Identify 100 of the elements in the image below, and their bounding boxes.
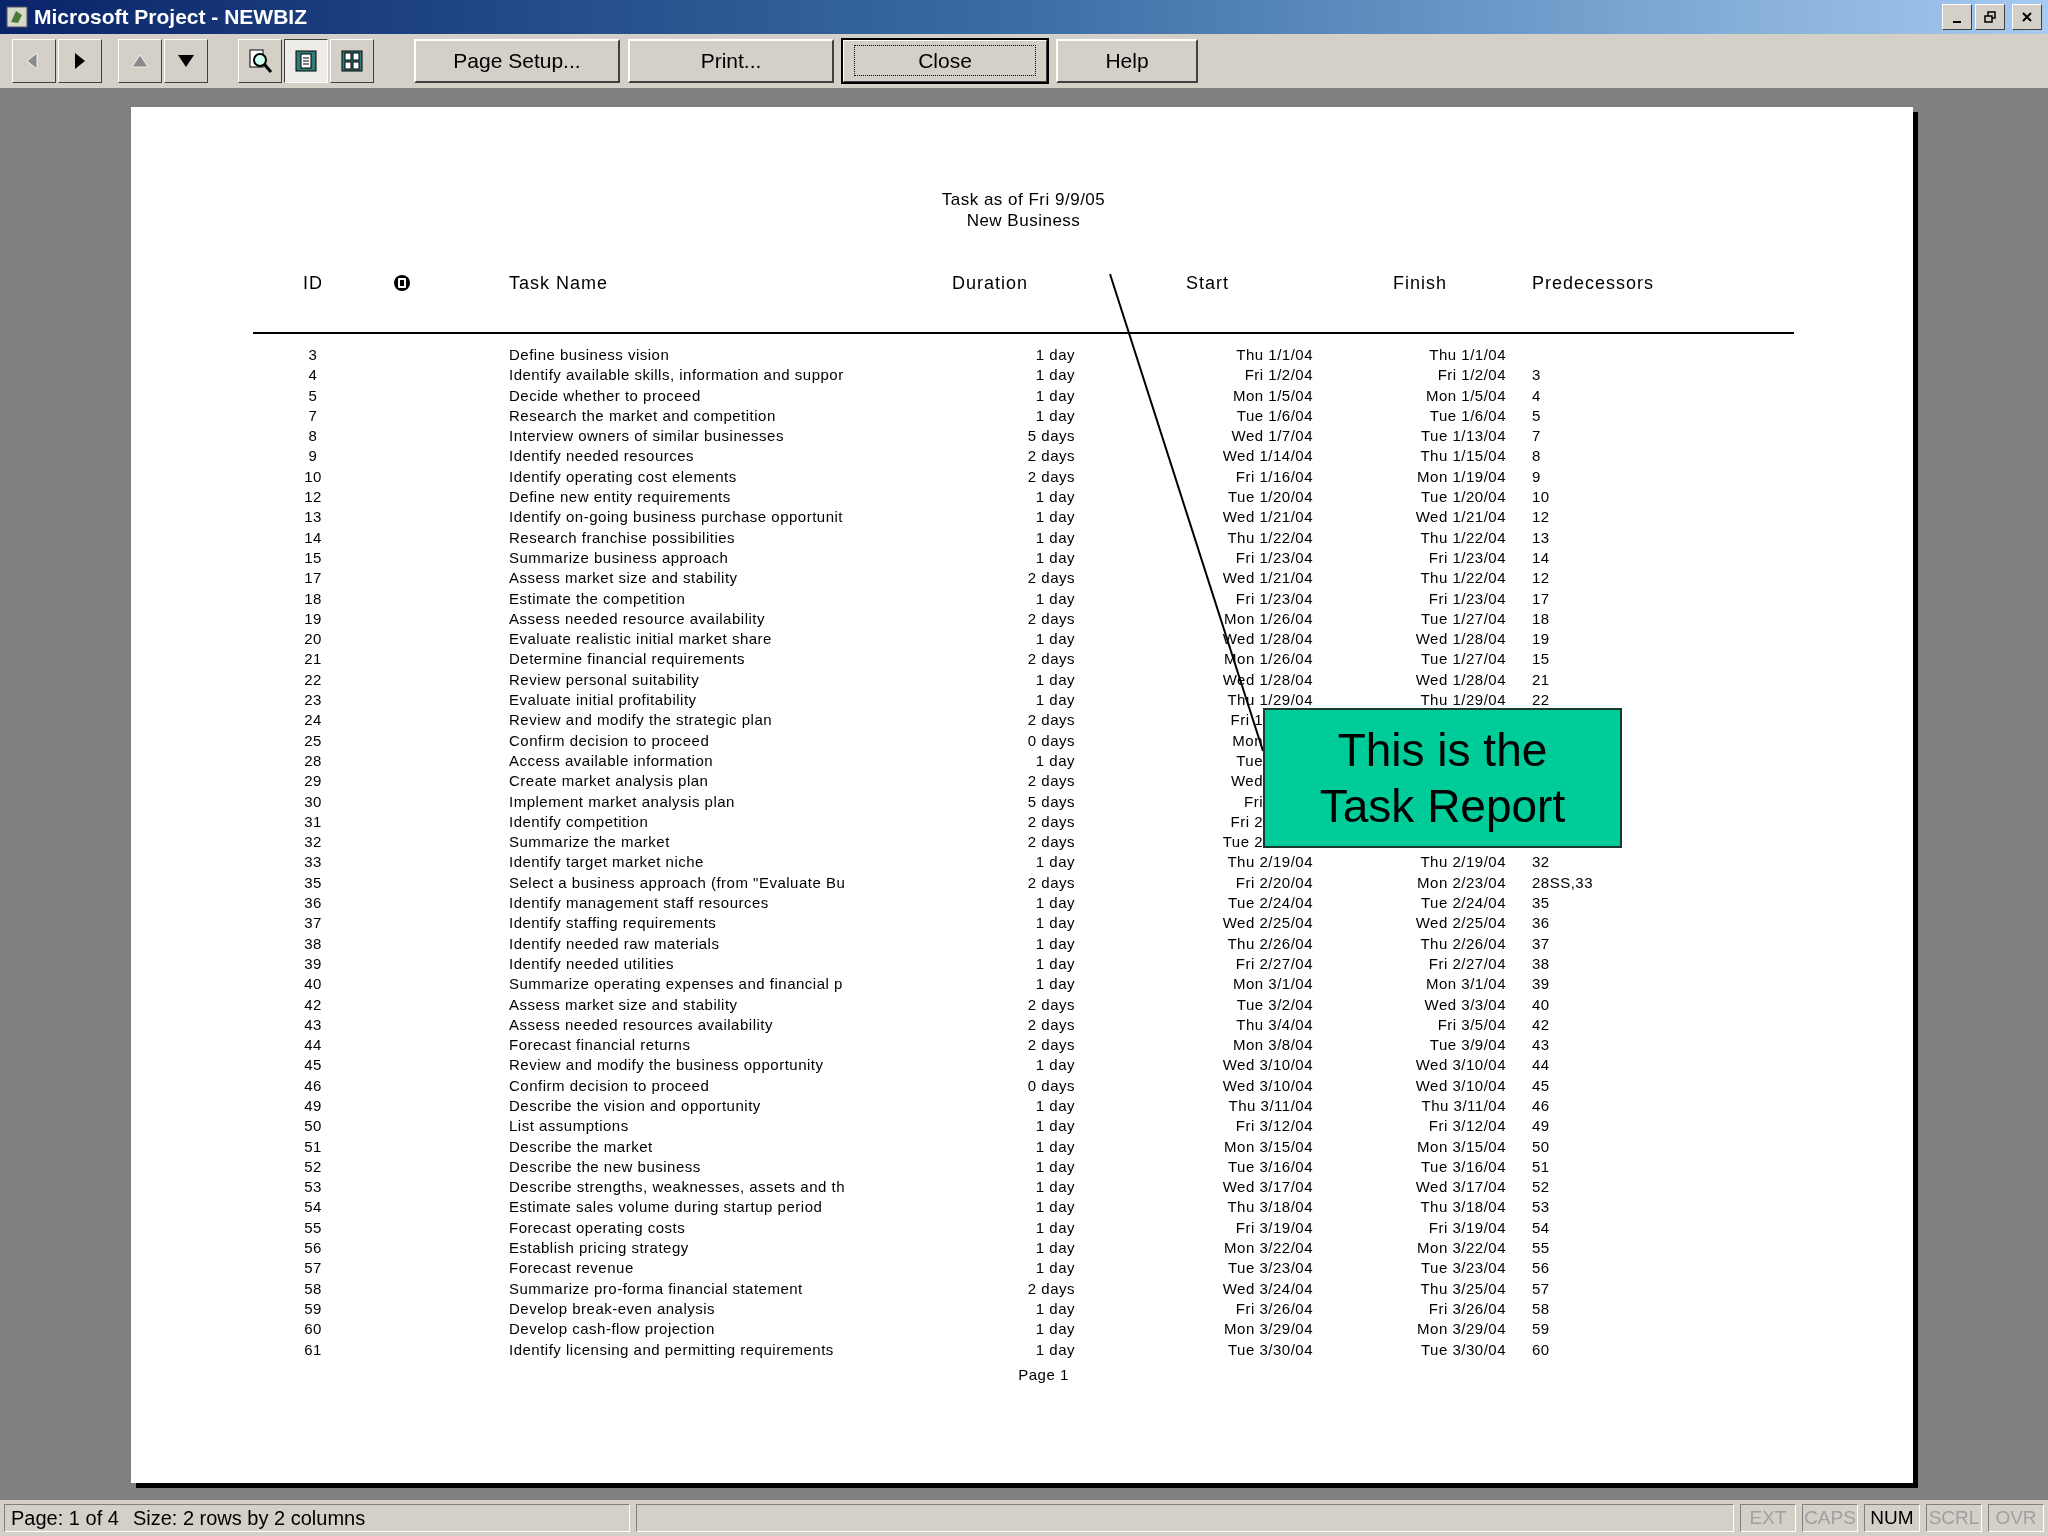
report-subtitle: New Business bbox=[965, 210, 1082, 231]
predecessors-cell: 49 bbox=[1532, 1117, 1550, 1135]
start-cell: Fri 2 bbox=[1230, 812, 1263, 830]
start-cell: Thu 2/19/04 bbox=[1227, 853, 1313, 871]
duration-cell: 1 day bbox=[1035, 954, 1075, 972]
start-cell: Mon 1/5/04 bbox=[1232, 386, 1313, 404]
predecessors-cell: 8 bbox=[1532, 447, 1541, 465]
duration-cell: 1 day bbox=[1035, 1198, 1075, 1216]
predecessors-cell: 37 bbox=[1532, 934, 1550, 952]
finish-cell: Thu 2/19/04 bbox=[1420, 853, 1506, 871]
column-header: Task Name bbox=[509, 272, 610, 294]
task-name-cell: Describe the vision and opportunity bbox=[509, 1097, 761, 1114]
info-icon bbox=[393, 274, 411, 292]
predecessors-cell: 50 bbox=[1532, 1137, 1550, 1155]
predecessors-cell: 56 bbox=[1532, 1259, 1550, 1277]
down-button[interactable] bbox=[164, 39, 208, 83]
id-cell: 60 bbox=[304, 1320, 322, 1338]
task-name-cell: Forecast financial returns bbox=[509, 1036, 691, 1054]
finish-cell: Fri 3/26/04 bbox=[1428, 1299, 1506, 1317]
start-cell: Wed 1/7/04 bbox=[1231, 427, 1313, 445]
id-cell: 12 bbox=[304, 488, 322, 506]
id-cell: 40 bbox=[304, 975, 322, 993]
finish-cell: Thu 1/29/04 bbox=[1420, 691, 1506, 709]
id-cell: 50 bbox=[304, 1117, 322, 1135]
minimize-button[interactable] bbox=[1942, 4, 1972, 30]
predecessors-cell: 13 bbox=[1532, 528, 1550, 546]
duration-cell: 1 day bbox=[1035, 1340, 1075, 1358]
task-name-cell: Confirm decision to proceed bbox=[509, 1076, 710, 1094]
restore-button[interactable] bbox=[1975, 4, 2005, 30]
duration-cell: 1 day bbox=[1035, 975, 1075, 993]
finish-cell: Mon 3/15/04 bbox=[1417, 1137, 1506, 1155]
predecessors-cell: 12 bbox=[1532, 569, 1550, 587]
start-cell: Mon 3/8/04 bbox=[1232, 1036, 1313, 1054]
task-name-cell: Describe the market bbox=[509, 1137, 653, 1155]
task-name-cell: Identify target market niche bbox=[509, 853, 704, 871]
task-name-cell: Review and modify the strategic plan bbox=[509, 711, 773, 729]
finish-cell: Mon 3/22/04 bbox=[1417, 1239, 1506, 1257]
id-cell: 61 bbox=[304, 1340, 322, 1358]
magnifier-icon bbox=[247, 48, 273, 74]
duration-cell: 1 day bbox=[1035, 1299, 1075, 1317]
start-cell: Fri 1/16/04 bbox=[1235, 467, 1313, 485]
duration-cell: 2 days bbox=[1027, 1036, 1075, 1054]
duration-cell: 0 days bbox=[1027, 1076, 1075, 1094]
finish-cell: Fri 3/5/04 bbox=[1437, 1015, 1506, 1033]
predecessors-cell: 57 bbox=[1532, 1279, 1550, 1297]
task-name-cell: Decide whether to proceed bbox=[509, 386, 701, 404]
start-cell: Fri 1/2/04 bbox=[1244, 366, 1313, 384]
app-icon bbox=[6, 6, 28, 28]
predecessors-cell: 7 bbox=[1532, 427, 1541, 445]
start-cell: Mon 3/22/04 bbox=[1224, 1239, 1313, 1257]
duration-cell: 1 day bbox=[1035, 1239, 1075, 1257]
toolbar-button[interactable]: Close bbox=[842, 39, 1048, 83]
id-cell: 21 bbox=[304, 650, 322, 668]
callout-text: Task Report bbox=[1319, 779, 1566, 834]
task-name-cell: Describe the new business bbox=[509, 1157, 701, 1175]
predecessors-cell: 52 bbox=[1532, 1178, 1550, 1196]
toolbar-button[interactable]: Print... bbox=[628, 39, 834, 83]
id-cell: 31 bbox=[304, 812, 322, 830]
task-name-cell: Summarize the market bbox=[509, 833, 670, 851]
id-cell: 25 bbox=[304, 731, 322, 749]
start-cell: Thu 2/26/04 bbox=[1227, 934, 1313, 952]
finish-cell: Fri 1/23/04 bbox=[1428, 589, 1506, 607]
zoom-button[interactable] bbox=[238, 39, 282, 83]
predecessors-cell: 46 bbox=[1532, 1097, 1550, 1114]
start-cell: Mon 1/26/04 bbox=[1224, 609, 1313, 627]
task-name-cell: Estimate the competition bbox=[509, 589, 686, 607]
id-cell: 8 bbox=[308, 427, 318, 445]
finish-cell: Thu 1/15/04 bbox=[1420, 447, 1506, 465]
task-name-cell: Establish pricing strategy bbox=[509, 1239, 689, 1257]
task-name-cell: Develop break-even analysis bbox=[509, 1299, 716, 1317]
one-page-button[interactable] bbox=[284, 39, 328, 83]
key-indicator: NUM bbox=[1864, 1504, 1920, 1532]
column-header: Duration bbox=[951, 272, 1030, 294]
finish-cell: Tue 1/13/04 bbox=[1421, 427, 1506, 445]
duration-cell: 1 day bbox=[1035, 1320, 1075, 1338]
toolbar-button[interactable]: Help bbox=[1056, 39, 1198, 83]
task-name-cell: Create market analysis plan bbox=[509, 772, 709, 790]
toolbar-button[interactable]: Page Setup... bbox=[414, 39, 620, 83]
close-button[interactable] bbox=[2012, 4, 2042, 30]
id-cell: 30 bbox=[304, 792, 322, 810]
task-name-cell: Confirm decision to proceed bbox=[509, 731, 710, 749]
duration-cell: 2 days bbox=[1027, 650, 1075, 668]
finish-cell: Wed 1/21/04 bbox=[1415, 508, 1506, 526]
duration-cell: 1 day bbox=[1035, 894, 1075, 911]
duration-cell: 1 day bbox=[1035, 751, 1075, 769]
start-cell: Thu 1/1/04 bbox=[1236, 346, 1313, 363]
id-cell: 32 bbox=[304, 833, 322, 851]
duration-cell: 1 day bbox=[1035, 589, 1075, 607]
task-name-cell: Describe strengths, weaknesses, assets and th bbox=[509, 1178, 845, 1196]
start-cell: Fri 1/23/04 bbox=[1235, 548, 1313, 566]
page-status: Page: 1 of 4 bbox=[11, 1506, 119, 1530]
multi-page-button[interactable] bbox=[330, 39, 374, 83]
duration-cell: 2 days bbox=[1027, 609, 1075, 627]
predecessors-cell: 39 bbox=[1532, 975, 1550, 993]
next-button[interactable] bbox=[58, 39, 102, 83]
duration-cell: 5 days bbox=[1027, 427, 1075, 445]
task-name-cell: Estimate sales volume during startup period bbox=[509, 1198, 823, 1216]
duration-cell: 1 day bbox=[1035, 934, 1075, 952]
start-cell: Tue 1/20/04 bbox=[1228, 488, 1313, 506]
duration-cell: 1 day bbox=[1035, 1097, 1075, 1114]
